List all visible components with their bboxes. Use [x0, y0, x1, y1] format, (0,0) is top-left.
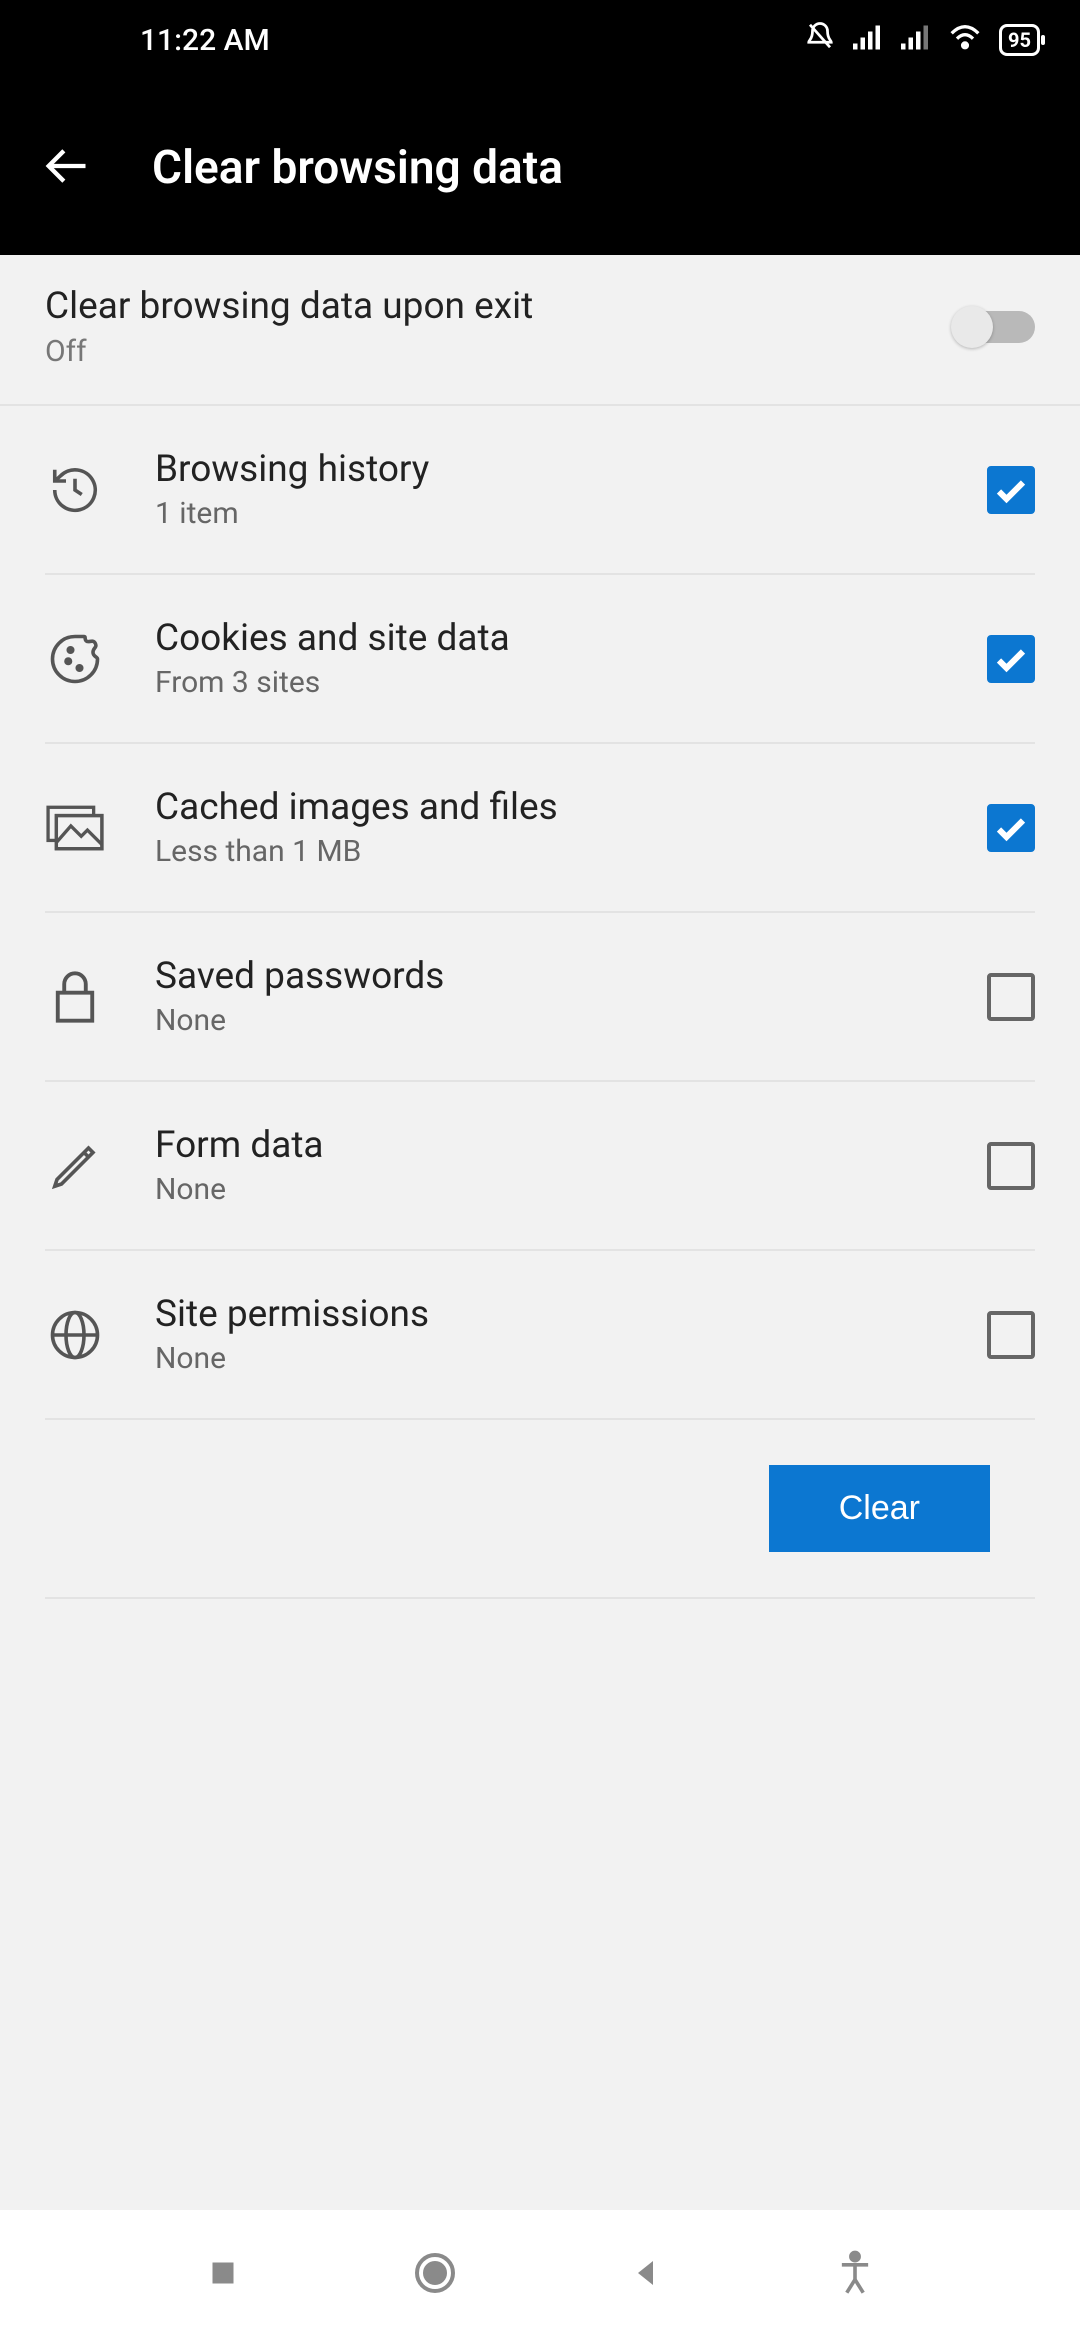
row-title: Browsing history: [155, 448, 937, 491]
signal-2-icon: [901, 22, 931, 58]
row-site-permissions[interactable]: Site permissions None: [45, 1251, 1035, 1420]
row-text: Form data None: [155, 1124, 937, 1207]
checkbox-cached[interactable]: [987, 804, 1035, 852]
row-title: Site permissions: [155, 1293, 937, 1336]
data-type-list: Browsing history 1 item Cookies and site…: [0, 406, 1080, 1599]
checkbox-browsing-history[interactable]: [987, 466, 1035, 514]
clear-on-exit-text: Clear browsing data upon exit Off: [45, 285, 533, 369]
clear-button[interactable]: Clear: [769, 1465, 990, 1552]
page-title: Clear browsing data: [152, 141, 563, 195]
row-title: Cookies and site data: [155, 617, 937, 660]
row-sub: From 3 sites: [155, 665, 937, 700]
lock-icon: [45, 967, 105, 1027]
nav-back-icon[interactable]: [629, 2255, 665, 2295]
clear-button-row: Clear: [45, 1420, 1035, 1599]
nav-home-icon[interactable]: [411, 2249, 459, 2301]
clear-on-exit-toggle[interactable]: [953, 311, 1035, 343]
row-sub: 1 item: [155, 496, 937, 531]
row-form-data[interactable]: Form data None: [45, 1082, 1035, 1251]
image-icon: [45, 798, 105, 858]
row-text: Cached images and files Less than 1 MB: [155, 786, 937, 869]
system-nav-bar: [0, 2210, 1080, 2340]
back-arrow-icon[interactable]: [40, 140, 92, 196]
row-title: Cached images and files: [155, 786, 937, 829]
cookie-icon: [45, 629, 105, 689]
row-passwords[interactable]: Saved passwords None: [45, 913, 1035, 1082]
toggle-knob: [951, 306, 993, 348]
row-title: Form data: [155, 1124, 937, 1167]
row-cached[interactable]: Cached images and files Less than 1 MB: [45, 744, 1035, 913]
battery-icon: 95: [999, 24, 1040, 56]
signal-1-icon: [853, 22, 883, 58]
pencil-icon: [45, 1136, 105, 1196]
clear-on-exit-row[interactable]: Clear browsing data upon exit Off: [0, 255, 1080, 406]
row-sub: None: [155, 1341, 937, 1376]
row-text: Saved passwords None: [155, 955, 937, 1038]
checkbox-form-data[interactable]: [987, 1142, 1035, 1190]
row-sub: Less than 1 MB: [155, 834, 937, 869]
status-time: 11:22 AM: [140, 23, 270, 58]
clear-on-exit-title: Clear browsing data upon exit: [45, 285, 533, 328]
app-bar: Clear browsing data: [0, 80, 1080, 255]
status-bar: 11:22 AM 95: [0, 0, 1080, 80]
row-text: Browsing history 1 item: [155, 448, 937, 531]
row-browsing-history[interactable]: Browsing history 1 item: [45, 406, 1035, 575]
status-icons: 95: [805, 21, 1040, 59]
globe-icon: [45, 1305, 105, 1365]
checkbox-cookies[interactable]: [987, 635, 1035, 683]
row-sub: None: [155, 1003, 937, 1038]
row-cookies[interactable]: Cookies and site data From 3 sites: [45, 575, 1035, 744]
mute-icon: [805, 21, 835, 59]
row-sub: None: [155, 1172, 937, 1207]
clear-on-exit-state: Off: [45, 334, 533, 369]
row-text: Cookies and site data From 3 sites: [155, 617, 937, 700]
nav-recent-icon[interactable]: [205, 2255, 241, 2295]
row-title: Saved passwords: [155, 955, 937, 998]
checkbox-site-permissions[interactable]: [987, 1311, 1035, 1359]
wifi-icon: [949, 22, 981, 58]
history-icon: [45, 460, 105, 520]
checkbox-passwords[interactable]: [987, 973, 1035, 1021]
nav-accessibility-icon[interactable]: [835, 2250, 875, 2300]
row-text: Site permissions None: [155, 1293, 937, 1376]
